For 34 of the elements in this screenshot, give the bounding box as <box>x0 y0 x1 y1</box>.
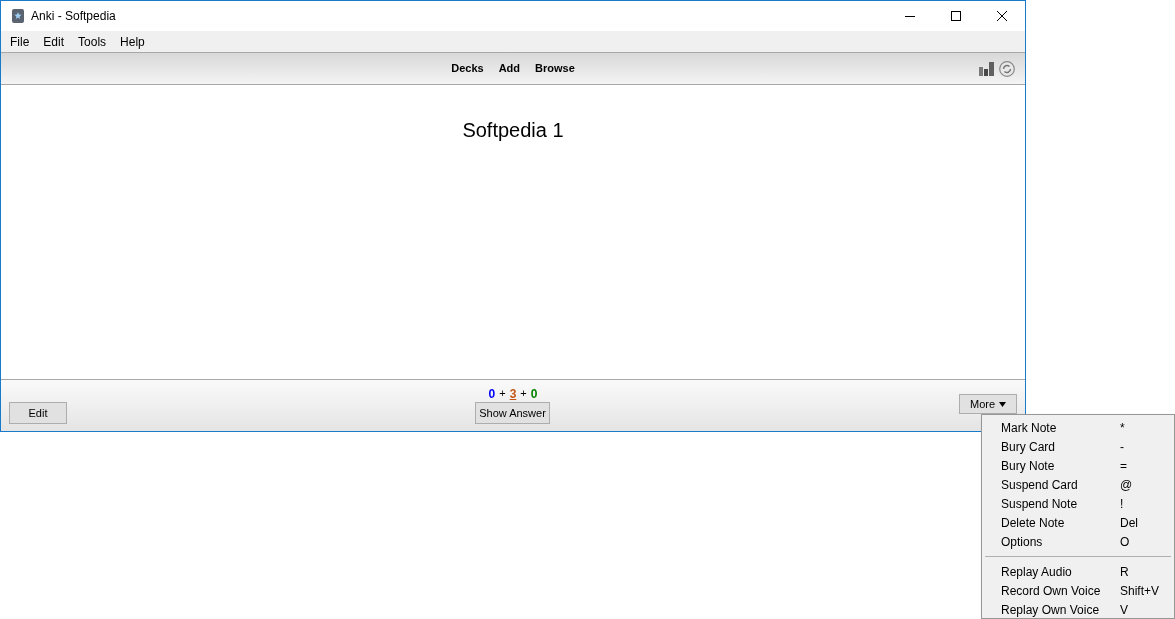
caret-icon <box>999 401 1007 407</box>
menu-entry[interactable]: Replay Audio R <box>982 562 1174 581</box>
menu-entry[interactable]: Record Own Voice Shift+V <box>982 581 1174 600</box>
stats-icon[interactable] <box>979 62 995 76</box>
window-title: Anki - Softpedia <box>31 8 116 25</box>
toolbar-link[interactable]: Add <box>498 60 521 77</box>
queue-count: 3 <box>509 386 517 403</box>
menu-entry[interactable]: Suspend Note ! <box>982 494 1174 513</box>
menu-item[interactable]: Edit <box>36 32 72 51</box>
menu-entry[interactable]: Bury Note = <box>982 456 1174 475</box>
card-question: Softpedia 1 <box>462 118 564 141</box>
app-icon <box>11 8 25 24</box>
minimize-icon <box>905 15 915 17</box>
edit-button[interactable]: Edit <box>9 402 67 424</box>
close-icon <box>997 11 1007 21</box>
sync-icon[interactable] <box>999 61 1015 77</box>
toolbar-link[interactable]: Decks <box>451 60 484 77</box>
toolbar-link[interactable]: Browse <box>535 60 575 77</box>
plus-sign: + <box>499 386 506 401</box>
more-button[interactable]: More <box>959 394 1017 414</box>
plus-sign: + <box>520 386 527 401</box>
menu-entry[interactable]: Options O <box>982 532 1174 551</box>
menu-entry[interactable]: Suspend Card @ <box>982 475 1174 494</box>
menu-entry[interactable]: Delete Note Del <box>982 513 1174 532</box>
show-answer-button[interactable]: Show Answer <box>475 402 550 424</box>
menu-entry[interactable]: Replay Own Voice V <box>982 600 1174 619</box>
queue-count: 0 <box>530 386 538 403</box>
menu-item[interactable]: Help <box>113 32 152 51</box>
menu-item[interactable]: File <box>3 32 37 51</box>
maximize-icon <box>951 11 961 21</box>
menu-entry[interactable]: Bury Card - <box>982 437 1174 456</box>
queue-count: 0 <box>488 386 496 403</box>
menu-entry[interactable]: Mark Note * <box>982 418 1174 437</box>
menu-item[interactable]: Tools <box>71 32 114 51</box>
